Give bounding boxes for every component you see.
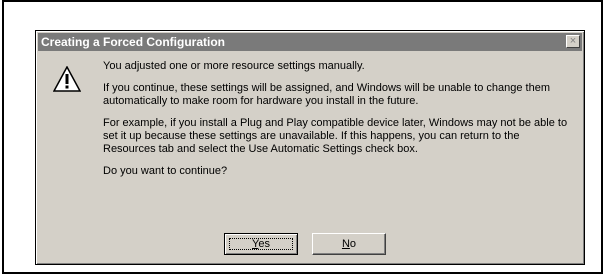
close-icon: ×: [569, 35, 577, 47]
forced-configuration-dialog: Creating a Forced Configuration × You ad…: [35, 30, 585, 265]
outer-frame: Creating a Forced Configuration × You ad…: [2, 0, 603, 274]
no-button-label: No: [342, 238, 356, 250]
question-text: Do you want to continue?: [103, 165, 228, 177]
message-paragraph: You adjusted one or more resource settin…: [103, 60, 365, 72]
dialog-title: Creating a Forced Configuration: [41, 35, 226, 49]
yes-label-rest: es: [258, 238, 270, 250]
no-mnemonic: N: [341, 238, 350, 250]
warning-icon: [53, 66, 81, 92]
message-body: You adjusted one or more resource settin…: [103, 60, 573, 187]
no-label-rest: o: [349, 238, 357, 250]
yes-button[interactable]: Yes: [224, 233, 298, 255]
close-button[interactable]: ×: [566, 35, 580, 48]
no-button[interactable]: No: [312, 233, 386, 255]
yes-button-label: Yes: [252, 238, 270, 250]
message-paragraph: If you continue, these settings will be …: [103, 82, 550, 107]
title-bar: Creating a Forced Configuration ×: [38, 33, 582, 51]
button-row: Yes No: [224, 233, 404, 255]
message-paragraph: For example, if you install a Plug and P…: [103, 117, 568, 155]
